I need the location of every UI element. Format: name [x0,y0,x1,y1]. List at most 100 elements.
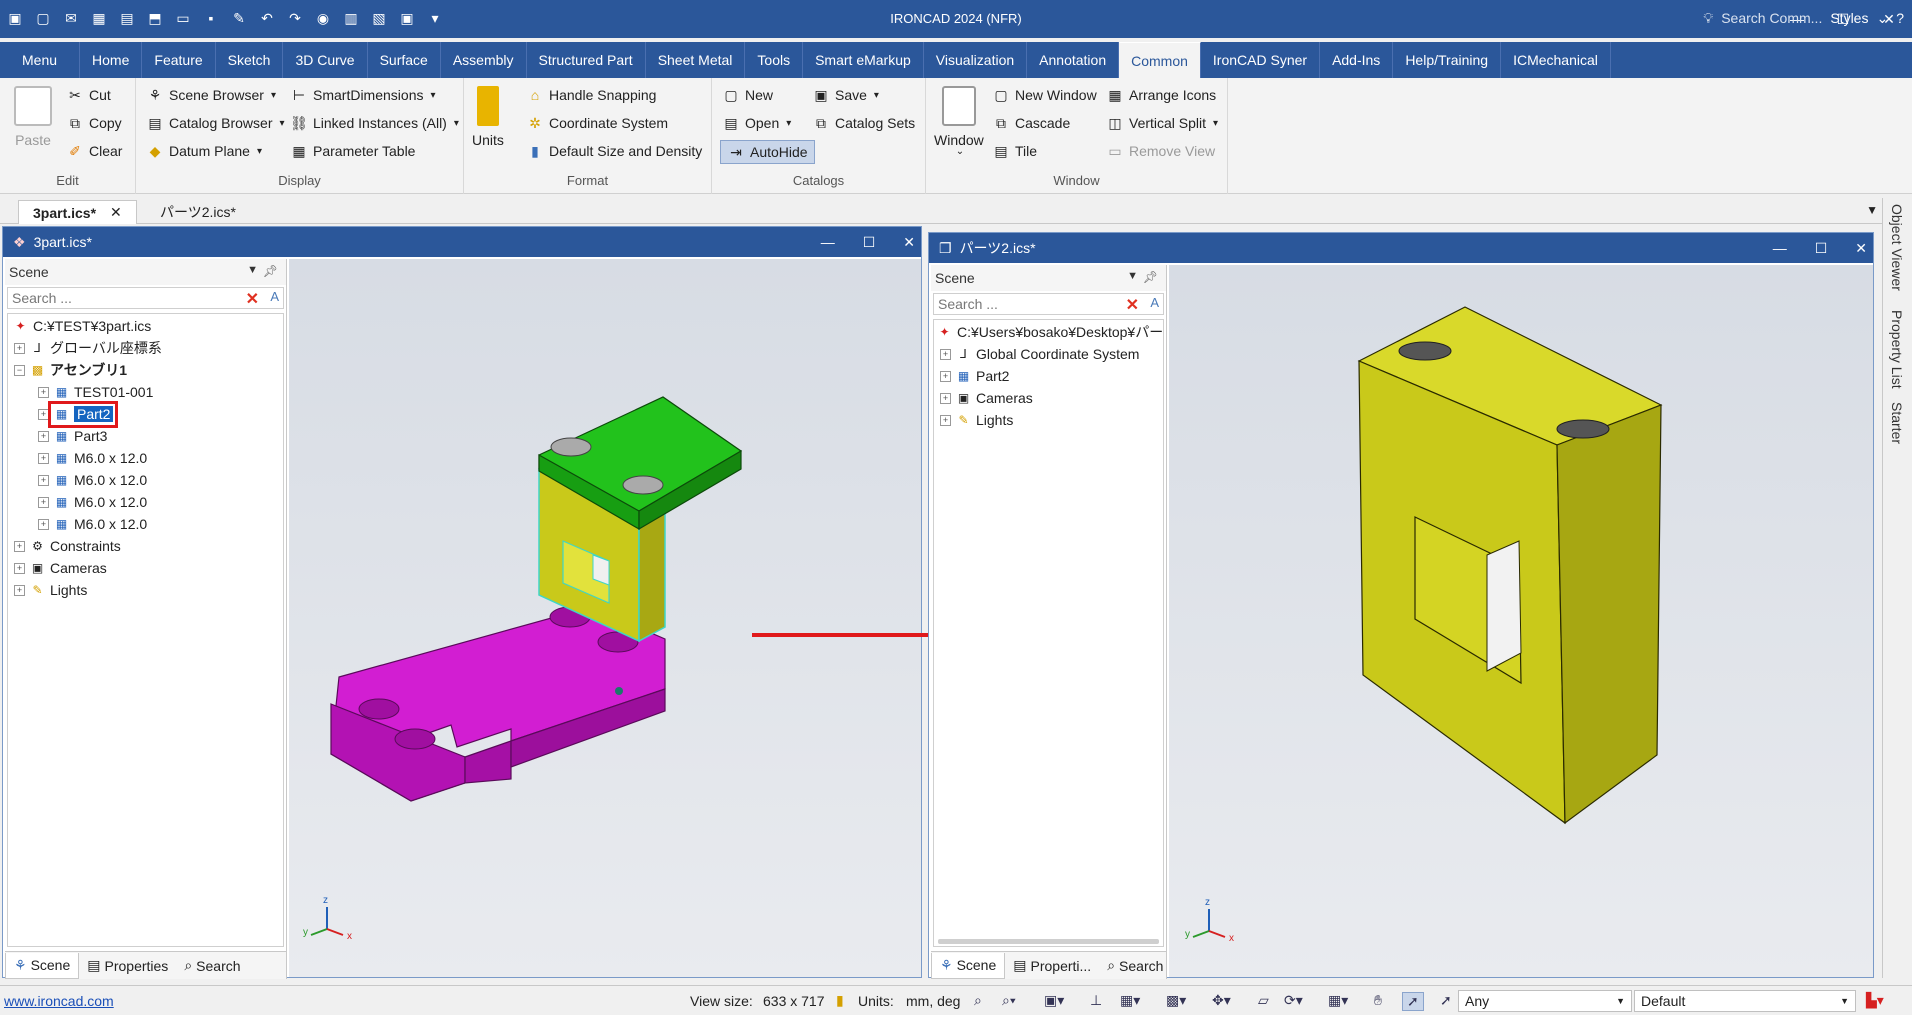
catalog-save-button[interactable]: ▣ Save ▾ [812,86,879,104]
folder-icon[interactable]: ▭ [172,8,194,28]
tab-home[interactable]: Home [80,42,143,78]
shape-icon[interactable]: ⟳▾ [1284,992,1303,1009]
tab-visualization[interactable]: Visualization [924,42,1028,78]
maximize-button[interactable]: ☐ [863,234,876,251]
autohide-button[interactable]: ⇥ AutoHide [720,140,815,164]
grid-icon[interactable]: ▥ [340,8,362,28]
tab-properties[interactable]: ▤ Properti... [1005,953,1099,979]
catalog-sets-button[interactable]: ⧉ Catalog Sets [812,114,915,132]
parameter-table-button[interactable]: ▦ Parameter Table [290,142,415,160]
handle-snapping-button[interactable]: ⌂ Handle Snapping [526,86,657,104]
selection-filter-select[interactable]: Any ▼ [1458,990,1632,1012]
plane-icon[interactable]: ▱ [1258,992,1269,1009]
3d-viewport[interactable]: z y x [289,259,921,977]
tree-item-lights[interactable]: + ✎ Lights [14,580,87,600]
tab-tools[interactable]: Tools [745,42,804,78]
catalog-new-button[interactable]: ▢ New [722,86,773,104]
view-icon[interactable]: ▣▾ [1044,992,1064,1009]
tab-search[interactable]: ⌕ Search [176,953,248,979]
tab-sheet-metal[interactable]: Sheet Metal [646,42,746,78]
cube-icon[interactable]: ▩▾ [1166,992,1186,1009]
filter-icon[interactable]: A [1150,295,1159,310]
zoom-icon[interactable]: ⌕ [974,992,982,1009]
tree-item-part2[interactable]: + ▦ Part2 [940,366,1009,386]
tab-scene[interactable]: ⚘ Scene [931,952,1006,979]
new-icon[interactable]: ▢ [32,8,54,28]
close-button[interactable]: ✕ [1855,240,1867,257]
dropdown-icon[interactable]: ▼ [247,264,258,276]
more-icon[interactable]: ▾ [424,8,446,28]
maximize-button[interactable]: ☐ [1815,240,1828,257]
clear-search-icon[interactable]: ✕ [1126,295,1139,315]
coordinate-system-button[interactable]: ✲ Coordinate System [526,114,668,132]
clear-button[interactable]: ✐ Clear [66,142,122,160]
tree-item-global-cs[interactable]: + ⅃ グローバル座標系 [14,338,162,358]
ironcad-link[interactable]: www.ironcad.com [4,993,114,1009]
pointer-icon[interactable]: ➚ [1440,992,1452,1009]
tab-surface[interactable]: Surface [368,42,441,78]
tab-properties[interactable]: ▤ Properties [79,953,176,979]
vertical-split-button[interactable]: ◫ Vertical Split ▾ [1106,114,1218,132]
tab-search[interactable]: ⌕ Search [1099,953,1171,979]
tree-item-lights[interactable]: + ✎ Lights [940,410,1013,430]
app-icon[interactable]: ▣ [4,8,26,28]
tab-common[interactable]: Common [1119,42,1201,78]
tree-item-cameras[interactable]: + ▣ Cameras [14,558,107,578]
default-size-button[interactable]: ▮ Default Size and Density [526,142,702,160]
tab-3d-curve[interactable]: 3D Curve [283,42,368,78]
filter-icon[interactable]: A [270,289,279,304]
tree-item-global-cs[interactable]: + ⅃ Global Coordinate System [940,344,1139,364]
tab-ironcad-syner[interactable]: IronCAD Syner [1201,42,1321,78]
render-mode-icon[interactable]: ▦▾ [1328,992,1348,1009]
pin-icon[interactable]: 📌︎ [263,264,278,278]
close-button[interactable]: ✕ [903,234,915,251]
paste-button[interactable]: Paste [14,86,52,148]
tree-item-bolt[interactable]: + ▦ M6.0 x 12.0 [38,492,147,512]
tree-item-constraints[interactable]: + ⚙ Constraints [14,536,121,556]
tab-feature[interactable]: Feature [142,42,216,78]
render-icon[interactable]: ◉ [312,8,334,28]
tab-smart-emarkup[interactable]: Smart eMarkup [803,42,924,78]
tab-add-ins[interactable]: Add-Ins [1320,42,1394,78]
cascade-button[interactable]: ⧉ Cascade [992,114,1070,132]
window-button[interactable]: Window ⌄ [934,86,984,157]
catalog-open-button[interactable]: ▤ Open ▾ [722,114,791,132]
datum-plane-button[interactable]: ◆ Datum Plane ▾ [146,142,262,160]
chevron-down-icon[interactable]: ⌄ [1876,10,1888,27]
tree-item-bolt[interactable]: + ▦ M6.0 x 12.0 [38,470,147,490]
part-filter-icon[interactable]: ▦▾ [1120,992,1140,1009]
3d-viewport[interactable]: z y x [1169,265,1873,977]
tree-root[interactable]: ✦ C:¥TEST¥3part.ics [12,316,151,336]
save-all-icon[interactable]: ▪ [200,8,222,28]
tree-item-assembly[interactable]: − ▩ アセンブリ1 [14,360,127,380]
linked-instances-button[interactable]: ⛓ Linked Instances (All) ▾ [290,114,459,132]
tile-button[interactable]: ▤ Tile [992,142,1037,160]
tab-structured-part[interactable]: Structured Part [527,42,646,78]
tools-icon[interactable]: ✎ [228,8,250,28]
tab-assembly[interactable]: Assembly [441,42,527,78]
hand-icon[interactable]: ✋︎ [1374,992,1382,1009]
remove-view-button[interactable]: ▭ Remove View [1106,142,1215,160]
help-icon[interactable]: ? [1896,10,1904,26]
style-select[interactable]: Default ▼ [1634,990,1856,1012]
doc-tab-3part[interactable]: 3part.ics* ✕ [18,200,137,224]
tree-item-cameras[interactable]: + ▣ Cameras [940,388,1033,408]
tree-item-part2[interactable]: + ▦ Part2 [38,400,119,428]
tree-item-part[interactable]: + ▦ TEST01-001 [38,382,153,402]
styles-menu[interactable]: Styles [1830,10,1868,26]
copy-button[interactable]: ⧉ Copy [66,114,122,132]
clear-search-icon[interactable]: ✕ [246,289,259,309]
starter-tab[interactable]: Starter [1889,402,1905,444]
arrange-icons-button[interactable]: ▦ Arrange Icons [1106,86,1216,104]
new-window-button[interactable]: ▢ New Window [992,86,1096,104]
scene-search-input[interactable]: Search ... ✕ A [933,293,1164,315]
minimize-button[interactable]: — [1773,240,1787,256]
save-icon[interactable]: ⬒ [144,8,166,28]
close-icon[interactable]: ▦ [88,8,110,28]
cut-button[interactable]: ✂ Cut [66,86,111,104]
smart-dimensions-button[interactable]: ⊢ SmartDimensions ▾ [290,86,436,104]
resize-icon[interactable]: ▙▾ [1866,992,1884,1009]
select-arrow-icon[interactable]: ➚ [1402,992,1424,1011]
print-icon[interactable]: ▤ [116,8,138,28]
units-button[interactable]: Units [472,86,504,148]
